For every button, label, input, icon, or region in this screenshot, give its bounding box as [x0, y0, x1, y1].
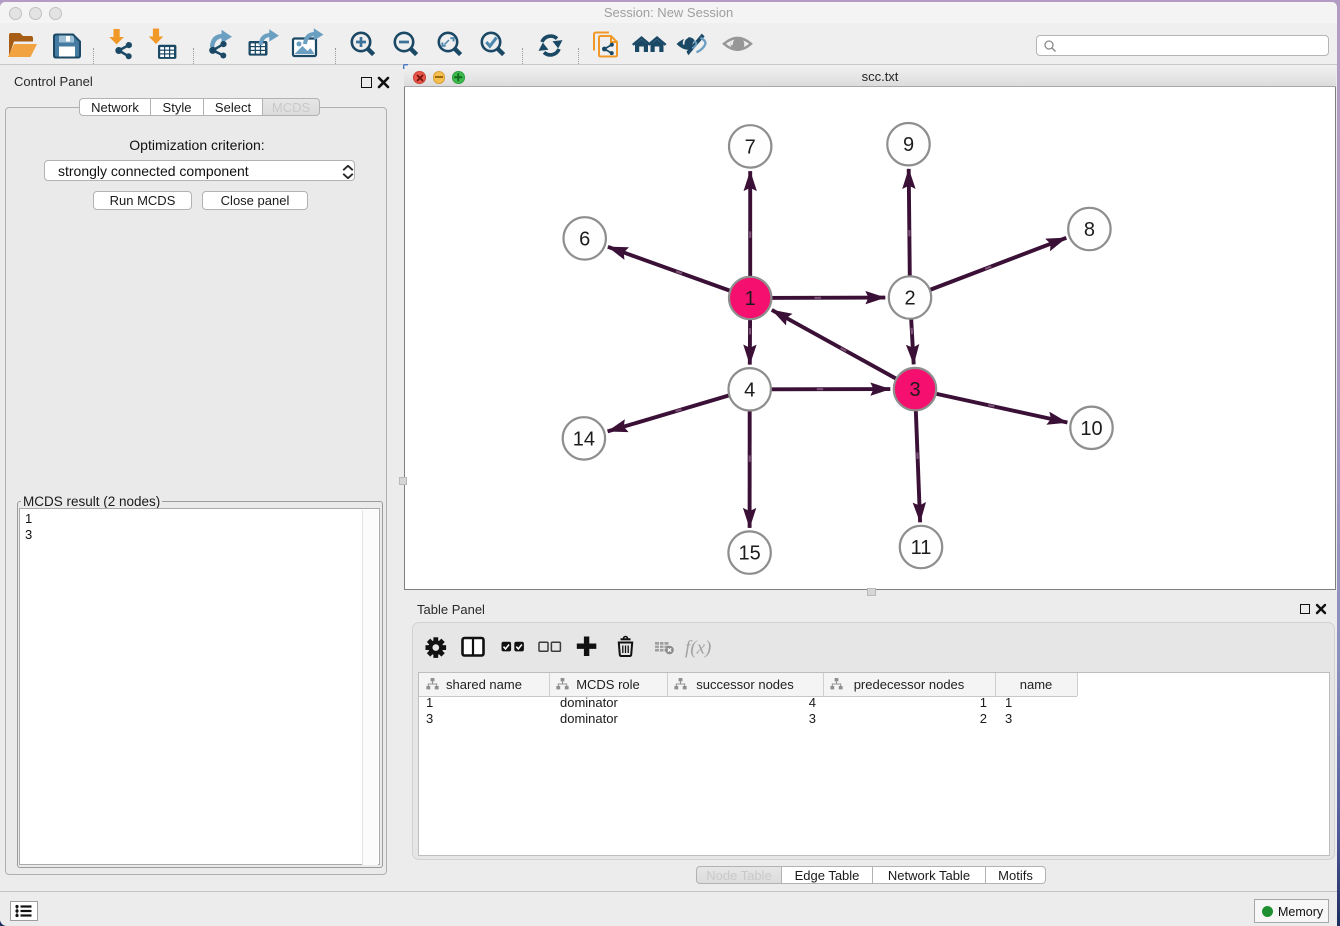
svg-text:8: 8 — [1084, 219, 1095, 241]
svg-text:1: 1 — [745, 288, 756, 310]
svg-text:f(x): f(x) — [685, 638, 711, 659]
svg-text:9: 9 — [903, 134, 914, 156]
svg-text:4: 4 — [744, 379, 755, 401]
svg-text:10: 10 — [1080, 418, 1102, 440]
svg-text:14: 14 — [573, 428, 595, 450]
svg-text:2: 2 — [904, 288, 915, 310]
svg-text:3: 3 — [909, 379, 920, 401]
svg-text:15: 15 — [738, 543, 760, 565]
svg-text:6: 6 — [579, 228, 590, 250]
svg-text:7: 7 — [745, 136, 756, 158]
svg-text:11: 11 — [911, 537, 932, 559]
